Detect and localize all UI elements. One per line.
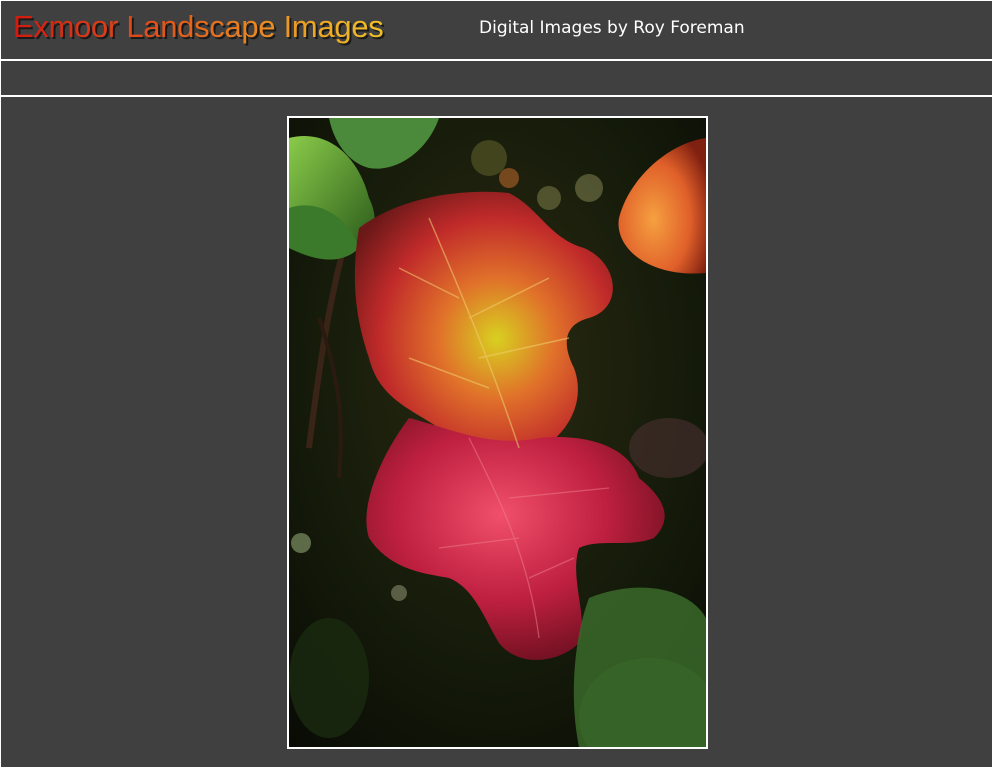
nav-bar: [1, 61, 992, 97]
site-title[interactable]: Exmoor Landscape Images: [13, 9, 384, 45]
photo-frame: [287, 116, 708, 749]
site-header: Exmoor Landscape Images Digital Images b…: [1, 1, 992, 61]
page: Exmoor Landscape Images Digital Images b…: [0, 0, 993, 767]
site-subtitle: Digital Images by Roy Foreman: [479, 18, 745, 38]
leaf-photo: [289, 118, 706, 747]
